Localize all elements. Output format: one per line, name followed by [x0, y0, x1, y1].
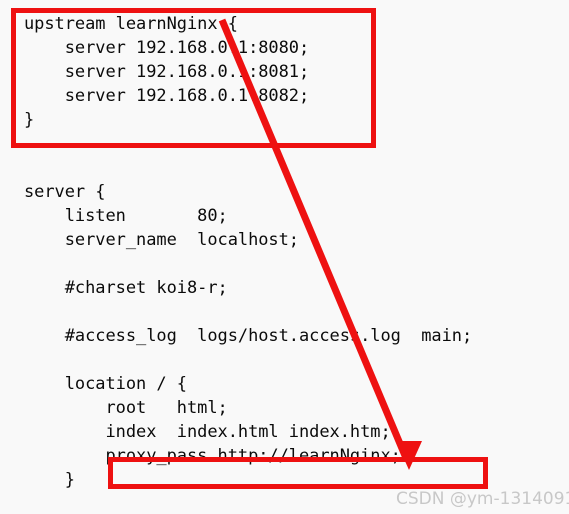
nginx-config-code: upstream learnNginx { server 192.168.0.1…	[24, 14, 473, 490]
nginx-config-screenshot: upstream learnNginx { server 192.168.0.1…	[0, 0, 569, 514]
csdn-watermark: CSDN @ym-13140912	[396, 489, 569, 509]
